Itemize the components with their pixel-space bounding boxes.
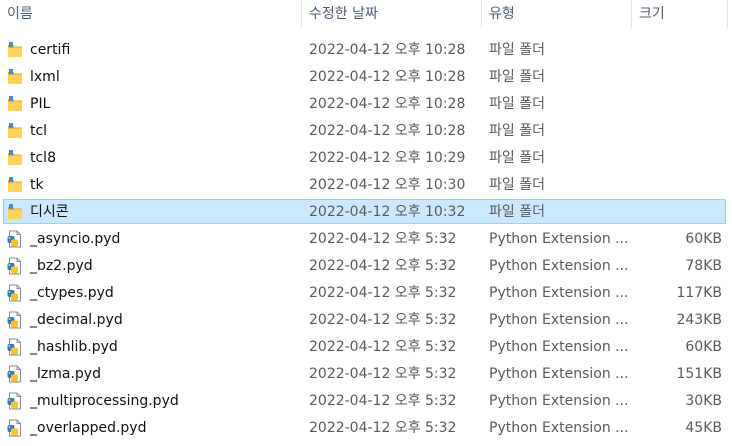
date-modified: 2022-04-12 오후 5:32 [309, 258, 457, 274]
file-type: Python Extension ... [489, 339, 629, 355]
folder-icon [7, 122, 23, 140]
folder-row[interactable]: lxml 2022-04-12 오후 10:28 파일 폴더 [0, 64, 732, 91]
date-modified: 2022-04-12 오후 10:28 [309, 123, 466, 139]
python-extension-file-icon [7, 365, 23, 383]
file-name[interactable]: tcl8 [30, 145, 56, 172]
python-extension-file-icon [7, 419, 23, 437]
file-size: 60KB [685, 231, 722, 247]
column-divider[interactable] [631, 0, 632, 28]
file-row[interactable]: _bz2.pyd 2022-04-12 오후 5:32 Python Extensi… [0, 253, 732, 280]
date-modified: 2022-04-12 오후 10:28 [309, 96, 466, 112]
file-row[interactable]: _decimal.pyd 2022-04-12 오후 5:32 Python Ext… [0, 307, 732, 334]
file-row[interactable]: _asyncio.pyd 2022-04-12 오후 5:32 Python Ext… [0, 226, 732, 253]
column-header-type[interactable]: 유형 [489, 0, 629, 28]
python-extension-file-icon [7, 257, 23, 275]
file-type: 파일 폴더 [489, 204, 545, 220]
file-type: Python Extension ... [489, 285, 629, 301]
file-name[interactable]: lxml [30, 64, 60, 91]
file-type: Python Extension ... [489, 420, 629, 436]
folder-row[interactable]: PIL 2022-04-12 오후 10:28 파일 폴더 [0, 91, 732, 118]
date-modified: 2022-04-12 오후 5:32 [309, 285, 457, 301]
folder-row[interactable]: tcl8 2022-04-12 오후 10:29 파일 폴더 [0, 145, 732, 172]
file-row[interactable]: _lzma.pyd 2022-04-12 오후 5:32 Python Extens… [0, 361, 732, 388]
folder-icon [7, 95, 23, 113]
folder-icon [7, 176, 23, 194]
folder-icon [7, 41, 23, 59]
file-name[interactable]: PIL [30, 91, 50, 118]
date-modified: 2022-04-12 오후 5:32 [309, 393, 457, 409]
date-modified: 2022-04-12 오후 10:28 [309, 42, 466, 58]
file-name[interactable]: certifi [30, 37, 70, 64]
date-modified: 2022-04-12 오후 5:32 [309, 339, 457, 355]
file-type: 파일 폴더 [489, 69, 545, 85]
file-type: 파일 폴더 [489, 123, 545, 139]
date-modified: 2022-04-12 오후 10:32 [309, 204, 466, 220]
file-type: Python Extension ... [489, 393, 629, 409]
folder-row[interactable]: tk 2022-04-12 오후 10:30 파일 폴더 [0, 172, 732, 199]
file-type: 파일 폴더 [489, 96, 545, 112]
folder-icon [7, 203, 23, 221]
column-header-size[interactable]: 크기 [639, 0, 719, 28]
file-name[interactable]: _overlapped.pyd [30, 415, 146, 442]
file-type: 파일 폴더 [489, 177, 545, 193]
file-type: 파일 폴더 [489, 150, 545, 166]
file-size: 30KB [685, 393, 722, 409]
file-name[interactable]: tcl [30, 118, 47, 145]
file-row[interactable]: _multiprocessing.pyd 2022-04-12 오후 5:32 Py… [0, 388, 732, 415]
file-type: Python Extension ... [489, 366, 629, 382]
file-size: 117KB [676, 285, 722, 301]
file-name[interactable]: _decimal.pyd [30, 307, 123, 334]
python-extension-file-icon [7, 338, 23, 356]
column-header-name[interactable]: 이름 [7, 0, 297, 28]
folder-icon [7, 68, 23, 86]
file-size: 151KB [676, 366, 722, 382]
folder-row[interactable]: 디시콘 2022-04-12 오후 10:32 파일 폴더 [0, 199, 732, 226]
date-modified: 2022-04-12 오후 5:32 [309, 366, 457, 382]
file-size: 45KB [685, 420, 722, 436]
file-type: 파일 폴더 [489, 42, 545, 58]
file-name[interactable]: _bz2.pyd [30, 253, 93, 280]
file-row[interactable]: _ctypes.pyd 2022-04-12 오후 5:32 Python Exte… [0, 280, 732, 307]
file-name[interactable]: _lzma.pyd [30, 361, 101, 388]
column-divider[interactable] [301, 0, 302, 28]
python-extension-file-icon [7, 392, 23, 410]
folder-icon [7, 149, 23, 167]
file-name[interactable]: 디시콘 [30, 199, 69, 226]
python-extension-file-icon [7, 284, 23, 302]
column-header-modified[interactable]: 수정한 날짜 [309, 0, 479, 28]
file-size: 78KB [685, 258, 722, 274]
column-header-bar: 이름 수정한 날짜 유형 크기 [0, 0, 732, 28]
file-name[interactable]: _asyncio.pyd [30, 226, 120, 253]
file-type: Python Extension ... [489, 231, 629, 247]
date-modified: 2022-04-12 오후 10:28 [309, 69, 466, 85]
date-modified: 2022-04-12 오후 5:32 [309, 231, 457, 247]
date-modified: 2022-04-12 오후 5:32 [309, 420, 457, 436]
date-modified: 2022-04-12 오후 10:29 [309, 150, 466, 166]
file-size: 60KB [685, 339, 722, 355]
file-name[interactable]: tk [30, 172, 44, 199]
file-name[interactable]: _hashlib.pyd [30, 334, 118, 361]
file-name[interactable]: _multiprocessing.pyd [30, 388, 179, 415]
column-divider[interactable] [727, 0, 728, 28]
file-type: Python Extension ... [489, 258, 629, 274]
file-row[interactable]: _overlapped.pyd 2022-04-12 오후 5:32 Python … [0, 415, 732, 442]
date-modified: 2022-04-12 오후 5:32 [309, 312, 457, 328]
column-divider[interactable] [481, 0, 482, 28]
python-extension-file-icon [7, 311, 23, 329]
file-size: 243KB [676, 312, 722, 328]
file-row[interactable]: _hashlib.pyd 2022-04-12 오후 5:32 Python Ext… [0, 334, 732, 361]
folder-row[interactable]: tcl 2022-04-12 오후 10:28 파일 폴더 [0, 118, 732, 145]
file-name[interactable]: _ctypes.pyd [30, 280, 114, 307]
folder-row[interactable]: certifi 2022-04-12 오후 10:28 파일 폴더 [0, 37, 732, 64]
date-modified: 2022-04-12 오후 10:30 [309, 177, 466, 193]
file-type: Python Extension ... [489, 312, 629, 328]
python-extension-file-icon [7, 230, 23, 248]
